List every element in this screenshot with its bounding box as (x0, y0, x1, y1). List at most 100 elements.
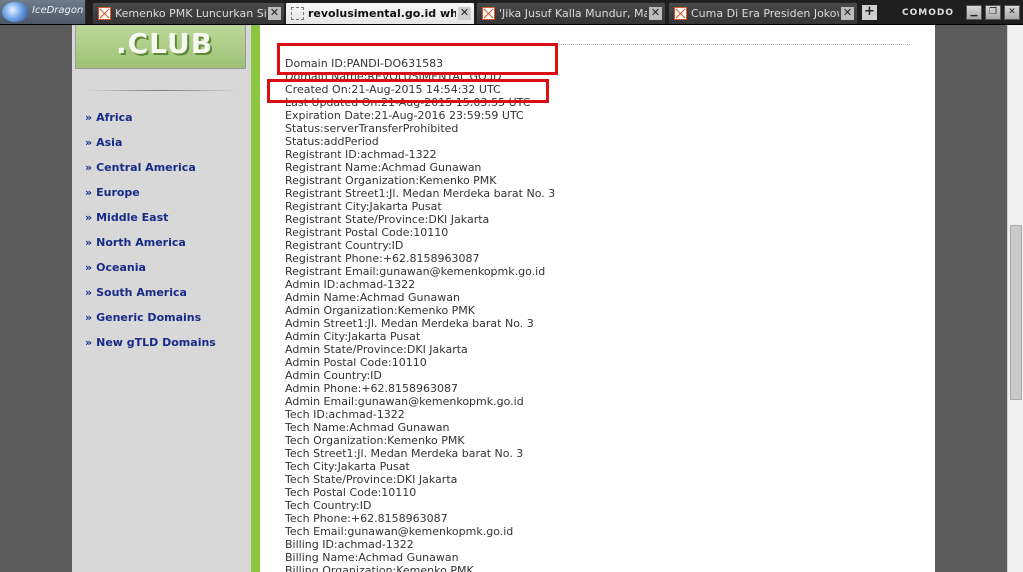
browser-tab-bar: IceDragon Kemenko PMK Luncurkan Situs...… (0, 0, 1023, 25)
favicon-icon (674, 7, 687, 20)
close-tab-icon[interactable]: ✕ (841, 7, 854, 20)
whois-line: Tech Organization:Kemenko PMK (285, 434, 465, 447)
whois-line: Registrant Postal Code:10110 (285, 226, 449, 239)
restore-button[interactable]: ❐ (985, 5, 1001, 20)
favicon-icon (482, 7, 495, 20)
tab-title: Kemenko PMK Luncurkan Situs... (115, 7, 266, 20)
tab-title: Cuma Di Era Presiden Jokowi,... (691, 7, 839, 20)
favicon-icon (98, 7, 111, 20)
app-menu-button[interactable]: IceDragon (0, 0, 86, 24)
icedragon-logo-icon (2, 2, 28, 22)
region-nav: » Africa» Asia» Central America» Europe» Midd… (85, 111, 216, 361)
nav-link[interactable]: » North America (85, 236, 216, 261)
whois-content: Domain ID:PANDI-DO631583 Domain Name:REVO… (260, 25, 935, 572)
nav-link[interactable]: » Europe (85, 186, 216, 211)
nav-marker: » (85, 111, 93, 124)
whois-line: Tech Phone:+62.8158963087 (285, 512, 448, 525)
whois-line: Tech State/Province:DKI Jakarta (285, 473, 458, 486)
nav-link[interactable]: » Generic Domains (85, 311, 216, 336)
tab-whois[interactable]: revolusimental.go.id who... ✕ (285, 2, 475, 24)
whois-line: Admin Phone:+62.8158963087 (285, 382, 459, 395)
tab-title: 'Jika Jusuf Kalla Mundur, Mak... (499, 7, 647, 20)
whois-line: Registrant Name:Achmad Gunawan (285, 161, 482, 174)
nav-link-label: Central America (96, 161, 196, 174)
whois-line: Admin ID:achmad-1322 (285, 278, 416, 291)
nav-link-label: Europe (96, 186, 140, 199)
whois-line: Tech Name:Achmad Gunawan (285, 421, 450, 434)
whois-line: Registrant State/Province:DKI Jakarta (285, 213, 490, 226)
nav-link-label: Middle East (96, 211, 169, 224)
nav-link[interactable]: » Central America (85, 161, 216, 186)
close-window-button[interactable]: ✕ (1004, 5, 1020, 20)
whois-line: Registrant Street1:Jl. Medan Merdeka bar… (285, 187, 556, 200)
nav-link-label: South America (96, 286, 187, 299)
whois-line: Tech Email:gunawan@kemenkopmk.go.id (285, 525, 514, 538)
nav-link[interactable]: » New gTLD Domains (85, 336, 216, 361)
scrollbar-thumb[interactable] (1010, 225, 1022, 400)
whois-line: Registrant ID:achmad-1322 (285, 148, 437, 161)
whois-line: Admin Email:gunawan@kemenkopmk.go.id (285, 395, 524, 408)
whois-line: Billing Name:Achmad Gunawan (285, 551, 459, 564)
sidebar-divider (86, 90, 238, 91)
web-page: .CLUB » Africa» Asia» Central America» Europ… (0, 25, 1007, 572)
comodo-brand: COMODO (902, 8, 954, 18)
nav-link[interactable]: » Oceania (85, 261, 216, 286)
nav-marker: » (85, 186, 93, 199)
highlight-box-expiration (267, 79, 549, 103)
nav-marker: » (85, 336, 93, 349)
nav-link[interactable]: » South America (85, 286, 216, 311)
tab-jokowi[interactable]: Cuma Di Era Presiden Jokowi,... ✕ (668, 2, 858, 24)
whois-line: Tech Postal Code:10110 (285, 486, 417, 499)
whois-line: Admin Street1:Jl. Medan Merdeka barat No… (285, 317, 534, 330)
close-tab-icon[interactable]: ✕ (649, 7, 662, 20)
nav-marker: » (85, 211, 93, 224)
nav-link[interactable]: » Asia (85, 136, 216, 161)
nav-marker: » (85, 311, 93, 324)
sidebar: .CLUB » Africa» Asia» Central America» Europ… (72, 25, 251, 572)
whois-line: Tech Street1:Jl. Medan Merdeka barat No.… (285, 447, 524, 460)
club-banner[interactable]: .CLUB (75, 25, 246, 69)
whois-line: Status:addPeriod (285, 135, 379, 148)
nav-marker: » (85, 261, 93, 274)
nav-link-label: Asia (96, 136, 123, 149)
close-tab-icon[interactable]: ✕ (268, 7, 281, 20)
nav-link-label: New gTLD Domains (96, 336, 216, 349)
whois-line: Expiration Date:21-Aug-2016 23:59:59 UTC (285, 109, 524, 122)
whois-line: Billing ID:achmad-1322 (285, 538, 414, 551)
whois-line: Status:serverTransferProhibited (285, 122, 459, 135)
whois-line: Admin State/Province:DKI Jakarta (285, 343, 468, 356)
whois-record: Domain ID:PANDI-DO631583 Domain Name:REVO… (285, 57, 555, 572)
accent-bar (251, 25, 260, 572)
whois-line: Admin City:Jakarta Pusat (285, 330, 421, 343)
whois-line: Admin Postal Code:10110 (285, 356, 427, 369)
nav-link-label: Oceania (96, 261, 146, 274)
whois-line: Registrant City:Jakarta Pusat (285, 200, 442, 213)
nav-link-label: North America (96, 236, 186, 249)
whois-line: Tech Country:ID (285, 499, 372, 512)
vertical-scrollbar[interactable] (1007, 25, 1023, 572)
whois-line: Registrant Email:gunawan@kemenkopmk.go.i… (285, 265, 546, 278)
whois-line: Admin Name:Achmad Gunawan (285, 291, 460, 304)
close-tab-icon[interactable]: ✕ (458, 7, 471, 20)
whois-line: Admin Organization:Kemenko PMK (285, 304, 476, 317)
whois-line: Registrant Phone:+62.8158963087 (285, 252, 480, 265)
nav-link-label: Generic Domains (96, 311, 202, 324)
nav-marker: » (85, 136, 93, 149)
banner-text: .CLUB (116, 27, 214, 60)
new-tab-button[interactable]: + (862, 5, 877, 20)
whois-line: Registrant Country:ID (285, 239, 404, 252)
nav-marker: » (85, 161, 93, 174)
nav-link[interactable]: » Middle East (85, 211, 216, 236)
tab-kemenko[interactable]: Kemenko PMK Luncurkan Situs... ✕ (92, 2, 285, 24)
app-name: IceDragon (32, 5, 84, 16)
nav-link[interactable]: » Africa (85, 111, 216, 136)
tab-jusuf-kalla[interactable]: 'Jika Jusuf Kalla Mundur, Mak... ✕ (476, 2, 666, 24)
minimize-button[interactable]: ▁ (966, 5, 982, 20)
whois-line: Registrant Organization:Kemenko PMK (285, 174, 497, 187)
whois-line: Tech ID:achmad-1322 (285, 408, 405, 421)
tab-title: revolusimental.go.id who... (308, 7, 456, 20)
whois-line: Tech City:Jakarta Pusat (285, 460, 410, 473)
nav-marker: » (85, 236, 93, 249)
loading-favicon-icon (291, 7, 304, 20)
whois-line: Admin Country:ID (285, 369, 382, 382)
